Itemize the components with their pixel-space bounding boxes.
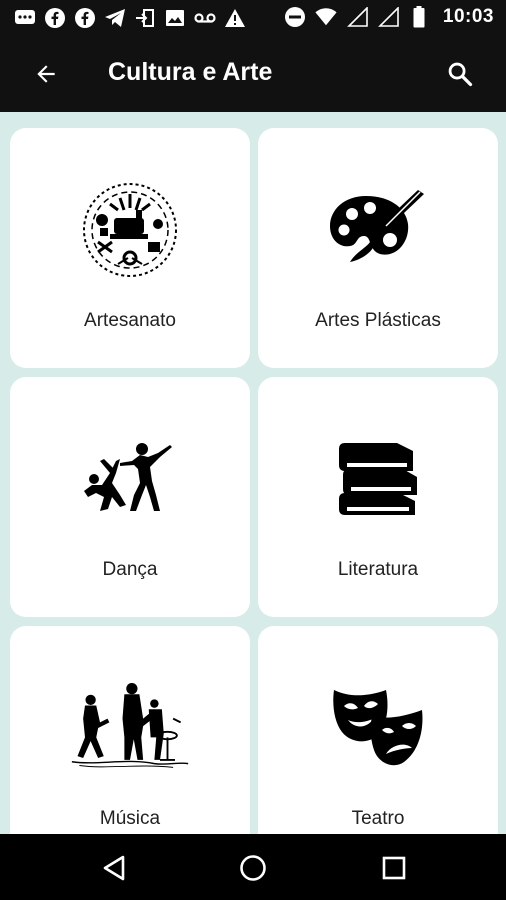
- voicemail-icon: [194, 7, 216, 29]
- arrow-back-icon: [37, 65, 55, 83]
- warning-icon: [224, 7, 246, 29]
- band-icon: [70, 668, 190, 788]
- dnd-icon: [284, 6, 306, 28]
- messages-icon: [14, 7, 36, 29]
- category-label: Dança: [102, 559, 158, 580]
- notification-icons: [14, 7, 246, 29]
- search-icon: [448, 62, 473, 87]
- category-card-literatura[interactable]: Literatura: [258, 377, 498, 617]
- wifi-icon: [315, 6, 337, 28]
- image-icon: [164, 7, 186, 29]
- signal-icon: [346, 6, 368, 28]
- home-circle-icon: [240, 855, 266, 881]
- category-card-teatro[interactable]: Teatro: [258, 626, 498, 834]
- nav-back-button[interactable]: [96, 850, 132, 886]
- status-bar: 10:03: [0, 0, 506, 36]
- nav-home-button[interactable]: [235, 850, 271, 886]
- system-icons: 10:03: [284, 6, 494, 28]
- palette-icon: [318, 170, 438, 290]
- category-label: Música: [99, 808, 161, 829]
- navigation-bar: [0, 834, 506, 900]
- theater-masks-icon: [318, 668, 438, 788]
- books-icon: [318, 419, 438, 539]
- battery-icon: [408, 6, 430, 28]
- facebook-icon: [44, 7, 66, 29]
- facebook-icon: [74, 7, 96, 29]
- back-button[interactable]: [28, 56, 64, 92]
- category-label: Artes Plásticas: [315, 310, 441, 331]
- page-title: Cultura e Arte: [108, 58, 273, 86]
- category-card-artes-plasticas[interactable]: Artes Plásticas: [258, 128, 498, 368]
- category-card-danca[interactable]: Dança: [10, 377, 250, 617]
- category-card-musica[interactable]: Música: [10, 626, 250, 834]
- sign-in-icon: [134, 7, 156, 29]
- category-grid: Artesanato Artes Plásticas Dança Literat…: [0, 112, 506, 834]
- clock: 10:03: [442, 6, 494, 27]
- search-button[interactable]: [442, 56, 478, 92]
- nav-recents-button[interactable]: [376, 850, 412, 886]
- telegram-icon: [104, 7, 126, 29]
- recents-square-icon: [382, 856, 406, 880]
- crafts-icon: [70, 170, 190, 290]
- category-label: Literatura: [337, 559, 419, 580]
- signal-icon: [377, 6, 399, 28]
- category-label: Artesanato: [84, 310, 176, 331]
- back-triangle-icon: [103, 855, 125, 881]
- category-label: Teatro: [351, 808, 405, 829]
- category-card-artesanato[interactable]: Artesanato: [10, 128, 250, 368]
- dancers-icon: [70, 419, 190, 539]
- app-bar: Cultura e Arte: [0, 36, 506, 112]
